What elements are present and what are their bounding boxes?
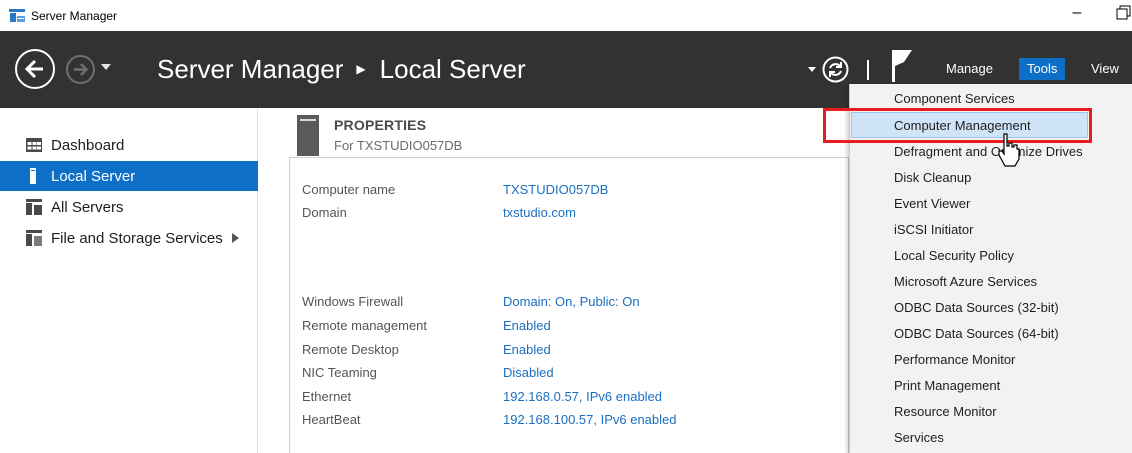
- header-divider: [867, 60, 869, 80]
- property-value-link[interactable]: Enabled: [503, 318, 551, 333]
- sidebar-item-label: File and Storage Services: [51, 229, 223, 247]
- server-tower-icon: [297, 115, 319, 156]
- menu-item-resource-monitor[interactable]: Resource Monitor: [894, 404, 997, 419]
- property-value-link[interactable]: Disabled: [503, 365, 554, 380]
- window-title: Server Manager: [31, 9, 118, 23]
- restore-button[interactable]: [1116, 5, 1132, 21]
- property-label: Computer name: [302, 182, 396, 197]
- hand-cursor-icon: [998, 133, 1020, 167]
- breadcrumb-dropdown-icon[interactable]: [808, 67, 816, 72]
- forward-arrow-icon: [74, 63, 89, 76]
- menu-item-azure-services[interactable]: Microsoft Azure Services: [894, 274, 1037, 289]
- menu-item-odbc-64[interactable]: ODBC Data Sources (64-bit): [894, 326, 1059, 341]
- sidebar-item-label: All Servers: [51, 198, 124, 216]
- annotation-highlight-box: [823, 108, 1092, 143]
- property-value-link[interactable]: TXSTUDIO057DB: [503, 182, 608, 197]
- menu-tools[interactable]: Tools: [1019, 58, 1066, 80]
- menu-item-performance-monitor[interactable]: Performance Monitor: [894, 352, 1015, 367]
- menu-item-services[interactable]: Services: [894, 430, 944, 445]
- breadcrumb: Server Manager ▶ Local Server: [157, 53, 526, 85]
- property-value-link[interactable]: 192.168.0.57, IPv6 enabled: [503, 389, 662, 404]
- properties-subtitle: For TXSTUDIO057DB: [334, 138, 463, 153]
- menu-view[interactable]: View: [1082, 58, 1128, 80]
- menu-item-print-management[interactable]: Print Management: [894, 378, 1000, 393]
- sidebar-item-local-server[interactable]: Local Server: [0, 161, 258, 191]
- sidebar-item-label: Local Server: [51, 167, 136, 185]
- property-value-link[interactable]: Enabled: [503, 342, 551, 357]
- property-value-link[interactable]: txstudio.com: [503, 205, 576, 220]
- property-label: Remote management: [302, 318, 428, 333]
- server-manager-app-icon: [9, 9, 25, 22]
- back-arrow-icon: [24, 59, 43, 79]
- menu-item-disk-cleanup[interactable]: Disk Cleanup: [894, 170, 971, 185]
- notification-flag-icon[interactable]: [890, 48, 916, 84]
- dashboard-icon: [26, 138, 42, 152]
- property-label: NIC Teaming: [302, 365, 377, 380]
- breadcrumb-separator-icon: ▶: [356, 62, 366, 76]
- property-label: Remote Desktop: [302, 342, 399, 357]
- sidebar-item-file-and-storage[interactable]: File and Storage Services: [0, 223, 258, 253]
- back-button[interactable]: [15, 49, 55, 89]
- properties-title: PROPERTIES: [334, 117, 427, 133]
- breadcrumb-root[interactable]: Server Manager: [157, 54, 343, 85]
- menu-item-defragment[interactable]: Defragment and Optimize Drives: [894, 144, 1083, 159]
- menu-item-local-security-policy[interactable]: Local Security Policy: [894, 248, 1014, 263]
- file-storage-icon: [26, 230, 42, 246]
- minimize-button[interactable]: –: [1066, 2, 1088, 24]
- menu-item-iscsi-initiator[interactable]: iSCSI Initiator: [894, 222, 973, 237]
- property-label: Windows Firewall: [302, 294, 404, 309]
- property-value-link[interactable]: 192.168.100.57, IPv6 enabled: [503, 412, 676, 427]
- refresh-icon[interactable]: [822, 56, 849, 83]
- sidebar-item-label: Dashboard: [51, 136, 125, 154]
- history-dropdown-icon[interactable]: [101, 64, 111, 70]
- breadcrumb-current: Local Server: [379, 53, 526, 84]
- sidebar-item-dashboard[interactable]: Dashboard: [0, 130, 258, 160]
- menu-item-event-viewer[interactable]: Event Viewer: [894, 196, 970, 211]
- title-bar: Server Manager –: [0, 0, 1132, 31]
- property-label: Ethernet: [302, 389, 352, 404]
- property-label: Domain: [302, 205, 347, 220]
- menu-item-component-services[interactable]: Component Services: [894, 91, 1015, 106]
- submenu-arrow-icon[interactable]: [231, 233, 239, 243]
- all-servers-icon: [26, 199, 42, 215]
- sidebar: Dashboard Local Server All Servers File …: [0, 108, 258, 453]
- menu-manage[interactable]: Manage: [937, 58, 1002, 80]
- property-value-link[interactable]: Domain: On, Public: On: [503, 294, 640, 309]
- menu-item-odbc-32[interactable]: ODBC Data Sources (32-bit): [894, 300, 1059, 315]
- local-server-icon: [30, 168, 36, 184]
- sidebar-item-all-servers[interactable]: All Servers: [0, 192, 258, 222]
- property-label: HeartBeat: [302, 412, 361, 427]
- forward-button[interactable]: [66, 55, 95, 84]
